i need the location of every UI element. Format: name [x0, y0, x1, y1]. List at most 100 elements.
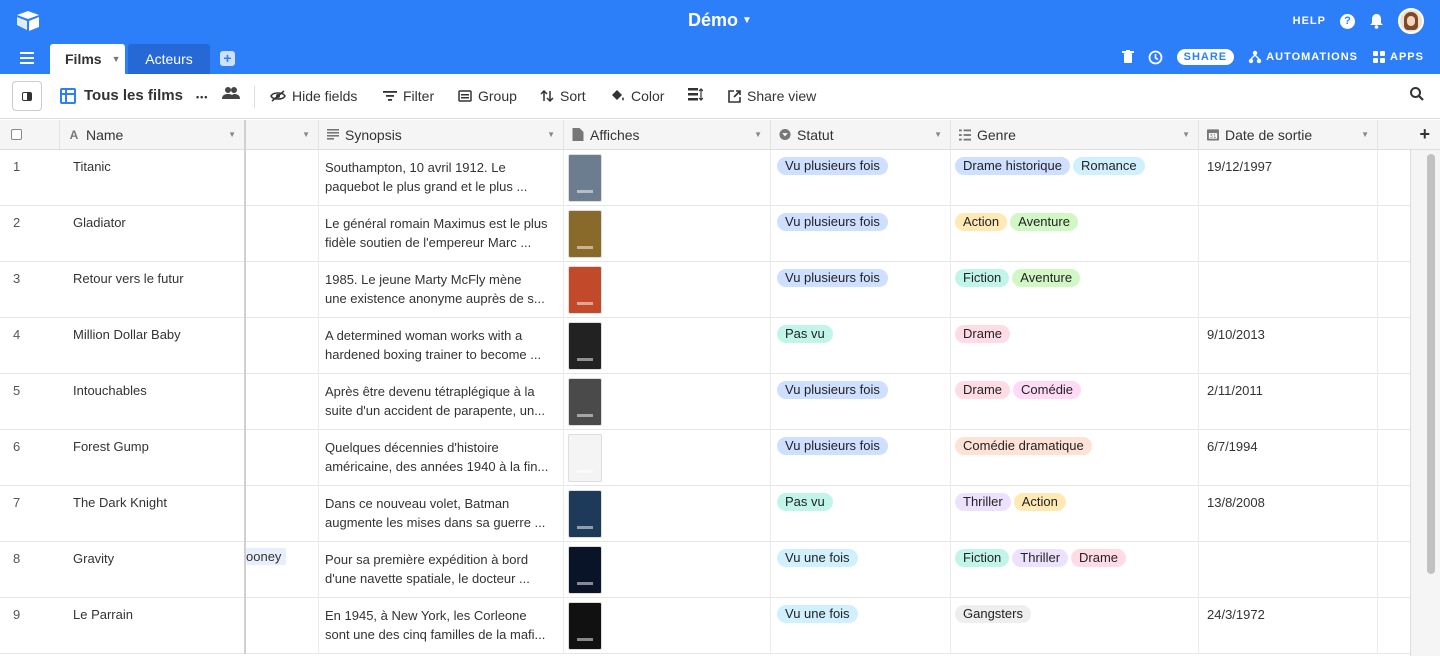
chevron-down-icon[interactable]: ▼ [112, 54, 121, 64]
chevron-down-icon[interactable]: ▼ [228, 130, 236, 139]
table-row[interactable]: 5 Intouchables Après être devenu tétraplég… [0, 374, 1410, 430]
acteurs-cell[interactable] [246, 430, 319, 486]
table-row[interactable]: 1 Titanic Southampton, 10 avril 1912. Le pa… [0, 150, 1410, 206]
date-cell[interactable]: 6/7/1994 [1199, 430, 1378, 486]
color-button[interactable]: Color [610, 88, 664, 104]
name-cell[interactable]: Intouchables [60, 374, 246, 430]
table-row[interactable]: 4 Million Dollar Baby A determined woman w… [0, 318, 1410, 374]
chevron-down-icon[interactable]: ▼ [934, 130, 942, 139]
poster-thumbnail[interactable] [568, 210, 602, 258]
synopsis-cell[interactable]: 1985. Le jeune Marty McFly mène une exist… [319, 262, 564, 318]
date-cell[interactable]: 2/11/2011 [1199, 374, 1378, 430]
date-cell[interactable]: 19/12/1997 [1199, 150, 1378, 206]
genre-cell[interactable]: Drame [951, 318, 1199, 374]
automations-button[interactable]: AUTOMATIONS [1248, 50, 1358, 64]
share-button[interactable]: SHARE [1176, 49, 1235, 65]
view-switcher[interactable]: Tous les films [60, 87, 183, 104]
add-field-button[interactable]: + [1378, 120, 1440, 150]
chevron-down-icon[interactable]: ▼ [1361, 130, 1369, 139]
date-cell[interactable] [1199, 262, 1378, 318]
sort-button[interactable]: Sort [540, 88, 586, 104]
share-view-button[interactable]: Share view [728, 88, 816, 104]
column-header-acteurs[interactable]: ▼ [246, 120, 319, 150]
table-row[interactable]: 7 The Dark Knight Dans ce nouveau volet, B… [0, 486, 1410, 542]
table-row[interactable]: 9 Le Parrain En 1945, à New York, les Corl… [0, 598, 1410, 654]
user-avatar[interactable] [1398, 8, 1424, 34]
row-height-button[interactable] [688, 88, 703, 101]
date-cell[interactable]: 9/10/2013 [1199, 318, 1378, 374]
affiches-cell[interactable] [564, 374, 771, 430]
chevron-down-icon[interactable]: ▼ [1182, 130, 1190, 139]
poster-thumbnail[interactable] [568, 546, 602, 594]
linked-record-chip[interactable]: ooney [246, 548, 287, 565]
date-cell[interactable]: 24/3/1972 [1199, 598, 1378, 654]
trash-icon[interactable] [1121, 50, 1134, 64]
column-header-name[interactable]: A Name ▼ [60, 120, 246, 150]
genre-cell[interactable]: Thriller Action [951, 486, 1199, 542]
menu-icon[interactable] [20, 52, 34, 64]
poster-thumbnail[interactable] [568, 322, 602, 370]
filter-button[interactable]: Filter [383, 88, 434, 104]
name-cell[interactable]: Million Dollar Baby [60, 318, 246, 374]
synopsis-cell[interactable]: Dans ce nouveau volet, Batman augmente le… [319, 486, 564, 542]
statut-cell[interactable]: Vu plusieurs fois [771, 150, 951, 206]
acteurs-cell[interactable] [246, 262, 319, 318]
name-cell[interactable]: Forest Gump [60, 430, 246, 486]
genre-cell[interactable]: Drame historique Romance [951, 150, 1199, 206]
poster-thumbnail[interactable] [568, 490, 602, 538]
synopsis-cell[interactable]: A determined woman works with a hardened … [319, 318, 564, 374]
acteurs-cell[interactable] [246, 486, 319, 542]
chevron-down-icon[interactable]: ▼ [547, 130, 555, 139]
history-icon[interactable] [1148, 50, 1163, 65]
poster-thumbnail[interactable] [568, 378, 602, 426]
sidebar-toggle-button[interactable] [12, 81, 42, 111]
synopsis-cell[interactable]: En 1945, à New York, les Corleone sont un… [319, 598, 564, 654]
statut-cell[interactable]: Vu plusieurs fois [771, 206, 951, 262]
synopsis-cell[interactable]: Southampton, 10 avril 1912. Le paquebot l… [319, 150, 564, 206]
chevron-down-icon[interactable]: ▼ [754, 130, 762, 139]
affiches-cell[interactable] [564, 318, 771, 374]
apps-button[interactable]: APPS [1372, 50, 1424, 64]
base-title[interactable]: Démo ▼ [0, 10, 1440, 31]
poster-thumbnail[interactable] [568, 434, 602, 482]
column-header-statut[interactable]: Statut ▼ [771, 120, 951, 150]
name-cell[interactable]: Gladiator [60, 206, 246, 262]
group-button[interactable]: Group [458, 88, 517, 104]
statut-cell[interactable]: Pas vu [771, 486, 951, 542]
acteurs-cell[interactable] [246, 206, 319, 262]
name-cell[interactable]: Titanic [60, 150, 246, 206]
statut-cell[interactable]: Vu plusieurs fois [771, 374, 951, 430]
column-header-date[interactable]: 31 Date de sortie ▼ [1199, 120, 1378, 150]
name-cell[interactable]: Retour vers le futur [60, 262, 246, 318]
synopsis-cell[interactable]: Le général romain Maximus est le plus fid… [319, 206, 564, 262]
table-row[interactable]: 2 Gladiator Le général romain Maximus est … [0, 206, 1410, 262]
column-header-synopsis[interactable]: Synopsis ▼ [319, 120, 564, 150]
genre-cell[interactable]: Gangsters [951, 598, 1199, 654]
affiches-cell[interactable] [564, 598, 771, 654]
affiches-cell[interactable] [564, 150, 771, 206]
name-cell[interactable]: Le Parrain [60, 598, 246, 654]
view-menu-icon[interactable]: ••• [196, 92, 208, 102]
statut-cell[interactable]: Vu une fois [771, 542, 951, 598]
table-row[interactable]: 8 Gravity ooney Pour sa première expédition… [0, 542, 1410, 598]
date-cell[interactable] [1199, 206, 1378, 262]
column-header-affiches[interactable]: Affiches ▼ [564, 120, 771, 150]
date-cell[interactable] [1199, 542, 1378, 598]
help-label[interactable]: HELP [1293, 15, 1326, 27]
table-row[interactable]: 3 Retour vers le futur 1985. Le jeune Mar… [0, 262, 1410, 318]
affiches-cell[interactable] [564, 542, 771, 598]
genre-cell[interactable]: Action Aventure [951, 206, 1199, 262]
affiches-cell[interactable] [564, 486, 771, 542]
affiches-cell[interactable] [564, 206, 771, 262]
synopsis-cell[interactable]: Après être devenu tétraplégique à la suit… [319, 374, 564, 430]
acteurs-cell[interactable] [246, 318, 319, 374]
bell-icon[interactable] [1369, 13, 1384, 29]
acteurs-cell[interactable] [246, 374, 319, 430]
name-cell[interactable]: The Dark Knight [60, 486, 246, 542]
acteurs-cell[interactable] [246, 598, 319, 654]
column-header-genre[interactable]: Genre ▼ [951, 120, 1199, 150]
affiches-cell[interactable] [564, 430, 771, 486]
hide-fields-button[interactable]: Hide fields [270, 88, 357, 104]
name-cell[interactable]: Gravity [60, 542, 246, 598]
synopsis-cell[interactable]: Pour sa première expédition à bord d'une … [319, 542, 564, 598]
